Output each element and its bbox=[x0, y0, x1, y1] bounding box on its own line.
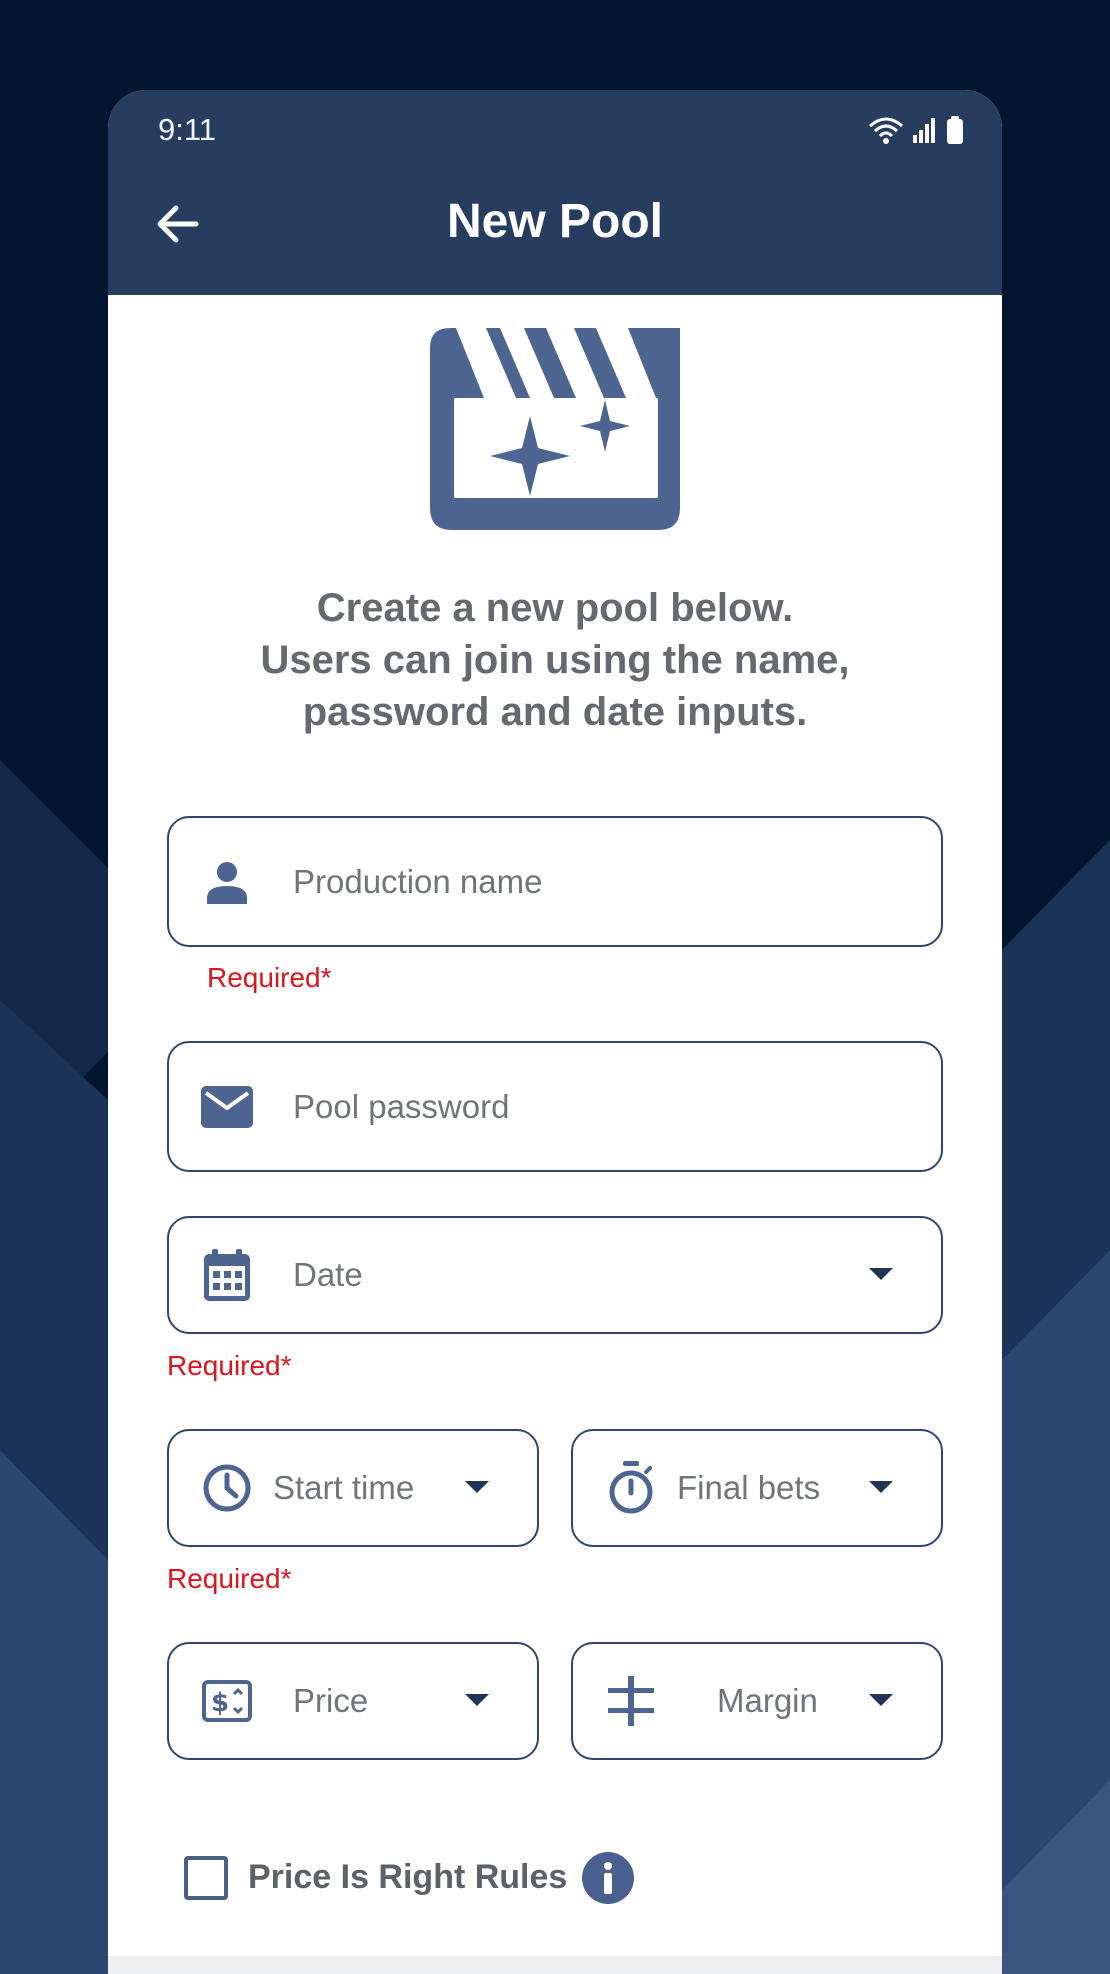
clock-icon bbox=[199, 1460, 255, 1516]
date-error: Required* bbox=[167, 1350, 292, 1381]
price-is-right-label: Price Is Right Rules bbox=[248, 1858, 568, 1896]
price-dropdown[interactable]: $ Price bbox=[167, 1642, 539, 1760]
final-bets-dropdown[interactable]: Final bets bbox=[571, 1429, 943, 1547]
start-time-dropdown[interactable]: Start time bbox=[167, 1429, 539, 1547]
margin-dropdown[interactable]: Margin bbox=[571, 1642, 943, 1760]
info-button[interactable] bbox=[582, 1852, 634, 1904]
info-icon bbox=[604, 1862, 612, 1894]
margin-placeholder: Margin bbox=[717, 1682, 818, 1719]
app-bar: 9:11 New Pool bbox=[108, 90, 1002, 295]
bottom-strip bbox=[108, 1956, 1002, 1974]
price-tag-icon: $ bbox=[199, 1673, 255, 1729]
clapperboard-sparkle-icon bbox=[430, 328, 680, 530]
person-icon bbox=[199, 854, 255, 910]
status-time: 9:11 bbox=[158, 112, 217, 147]
intro-text: Create a new pool below. Users can join … bbox=[158, 582, 952, 738]
status-icons bbox=[868, 116, 964, 144]
envelope-icon bbox=[199, 1079, 255, 1135]
signal-icon bbox=[913, 118, 935, 143]
intro-line: password and date inputs. bbox=[302, 690, 808, 734]
chevron-down-icon bbox=[869, 1481, 893, 1493]
pool-password-field[interactable]: Pool password bbox=[167, 1041, 943, 1172]
margin-icon bbox=[603, 1673, 659, 1729]
production-name-error: Required* bbox=[207, 962, 332, 993]
page-title: New Pool bbox=[446, 195, 664, 248]
pool-password-placeholder: Pool password bbox=[293, 1087, 510, 1125]
production-name-field[interactable]: Production name bbox=[167, 816, 943, 947]
wifi-icon bbox=[869, 117, 903, 144]
chevron-down-icon bbox=[869, 1268, 893, 1280]
chevron-down-icon bbox=[465, 1481, 489, 1493]
price-is-right-checkbox[interactable] bbox=[184, 1856, 228, 1900]
intro-line: Create a new pool below. bbox=[316, 586, 794, 630]
date-dropdown[interactable]: Date bbox=[167, 1216, 943, 1334]
price-placeholder: Price bbox=[293, 1682, 369, 1719]
start-time-placeholder: Start time bbox=[273, 1469, 415, 1506]
phone-screen: 9:11 New Pool Create a new pool below. U… bbox=[108, 90, 1002, 1974]
intro-line: Users can join using the name, bbox=[260, 638, 850, 682]
chevron-down-icon bbox=[869, 1694, 893, 1706]
date-placeholder: Date bbox=[293, 1256, 363, 1293]
final-bets-placeholder: Final bets bbox=[677, 1469, 821, 1506]
battery-icon bbox=[947, 116, 963, 144]
chevron-down-icon bbox=[465, 1694, 489, 1706]
stopwatch-icon bbox=[603, 1460, 659, 1516]
svg-text:$: $ bbox=[211, 1688, 229, 1718]
calendar-icon bbox=[199, 1247, 255, 1303]
production-name-placeholder: Production name bbox=[293, 862, 543, 900]
start-time-error: Required* bbox=[167, 1563, 292, 1594]
